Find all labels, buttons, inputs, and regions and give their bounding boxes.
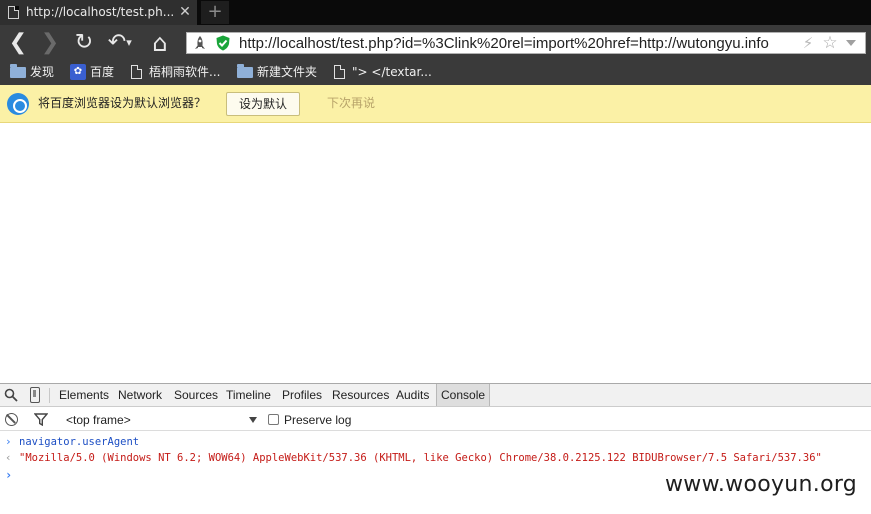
undo-dropdown-icon[interactable]: ▾ <box>122 25 136 61</box>
devtools-tab-bar: Elements Network Sources Timeline Profil… <box>0 384 871 407</box>
filter-icon[interactable] <box>34 413 48 426</box>
tab-network[interactable]: Network <box>118 384 162 406</box>
rocket-icon[interactable] <box>193 35 207 51</box>
page-icon <box>334 65 345 79</box>
prompt-chevron-icon: › <box>5 435 12 448</box>
tab-timeline[interactable]: Timeline <box>226 384 271 406</box>
bookmark-baidu[interactable]: ✿ 百度 <box>70 61 114 85</box>
forward-button[interactable]: ❯ <box>37 25 63 61</box>
url-dropdown-icon[interactable] <box>846 40 856 46</box>
home-button[interactable]: ⌂ <box>147 25 173 61</box>
bookmark-label: 发现 <box>30 65 55 79</box>
ask-later-link[interactable]: 下次再说 <box>327 85 375 122</box>
tab-title: http://localhost/test.ph... <box>26 5 175 19</box>
search-icon[interactable] <box>4 388 18 402</box>
watermark: www.wooyun.org <box>665 472 858 497</box>
input-prompt-icon: › <box>5 468 13 482</box>
console-result: "Mozilla/5.0 (Windows NT 6.2; WOW64) App… <box>19 452 822 464</box>
bookmarks-bar: 发现 ✿ 百度 梧桐雨软件... 新建文件夹 "> </textar... <box>0 61 871 85</box>
tab-profiles[interactable]: Profiles <box>282 384 322 406</box>
new-tab-button[interactable]: + <box>201 1 229 24</box>
address-bar[interactable]: http://localhost/test.php?id=%3Clink%20r… <box>186 32 866 54</box>
preserve-log-label: Preserve log <box>284 413 352 427</box>
bookmark-label: "> </textar... <box>352 65 432 79</box>
bookmark-textarea[interactable]: "> </textar... <box>332 61 432 85</box>
page-icon <box>131 65 142 79</box>
url-input[interactable]: http://localhost/test.php?id=%3Clink%20r… <box>239 33 787 53</box>
preserve-log-checkbox[interactable] <box>268 414 279 425</box>
bookmark-star-icon[interactable]: ☆ <box>820 33 840 53</box>
bookmark-label: 百度 <box>90 65 115 79</box>
frame-select[interactable]: <top frame> <box>66 408 262 430</box>
tab-strip: http://localhost/test.ph... ✕ + <box>0 0 871 25</box>
console-result-line: ‹ "Mozilla/5.0 (Windows NT 6.2; WOW64) A… <box>0 450 871 466</box>
tab-sources[interactable]: Sources <box>174 384 218 406</box>
divider <box>49 388 50 403</box>
baidu-paw-icon: ✿ <box>70 64 86 80</box>
result-chevron-icon: ‹ <box>5 451 12 464</box>
tab-console[interactable]: Console <box>436 384 491 406</box>
browser-toolbar: ❮ ❯ ↻ ↶ ▾ ⌂ http://localhost/test.php?id… <box>0 25 871 61</box>
close-tab-icon[interactable]: ✕ <box>178 0 192 25</box>
chevron-down-icon[interactable] <box>249 417 257 423</box>
console-command: navigator.userAgent <box>19 436 140 448</box>
console-command-line: › navigator.userAgent <box>0 434 871 450</box>
bolt-icon[interactable]: ⚡ <box>799 34 817 52</box>
bookmark-label: 梧桐雨软件... <box>149 65 221 79</box>
baidu-browser-icon <box>7 93 29 115</box>
page-icon <box>8 6 19 19</box>
infobar-message: 将百度浏览器设为默认浏览器？ <box>38 96 207 110</box>
tab-resources[interactable]: Resources <box>332 384 389 406</box>
secure-shield-icon[interactable] <box>215 35 231 51</box>
set-default-button[interactable]: 设为默认 <box>226 92 300 116</box>
folder-icon <box>237 64 253 78</box>
bookmark-label: 新建文件夹 <box>257 65 318 79</box>
back-button[interactable]: ❮ <box>5 25 31 61</box>
tab-elements[interactable]: Elements <box>59 384 109 406</box>
device-mode-icon[interactable] <box>30 387 40 403</box>
default-browser-infobar: 将百度浏览器设为默认浏览器？ 设为默认 下次再说 <box>0 85 871 123</box>
bookmark-folder-discover[interactable]: 发现 <box>10 61 54 85</box>
reload-button[interactable]: ↻ <box>71 25 97 61</box>
browser-tab[interactable]: http://localhost/test.ph... ✕ <box>0 0 197 25</box>
folder-icon <box>10 64 26 78</box>
bookmark-wutongyu[interactable]: 梧桐雨软件... <box>129 61 220 85</box>
tab-audits[interactable]: Audits <box>396 384 429 406</box>
clear-console-icon[interactable] <box>5 413 18 426</box>
bookmark-folder-new[interactable]: 新建文件夹 <box>237 61 317 85</box>
console-filter-bar: <top frame> Preserve log <box>0 408 871 431</box>
